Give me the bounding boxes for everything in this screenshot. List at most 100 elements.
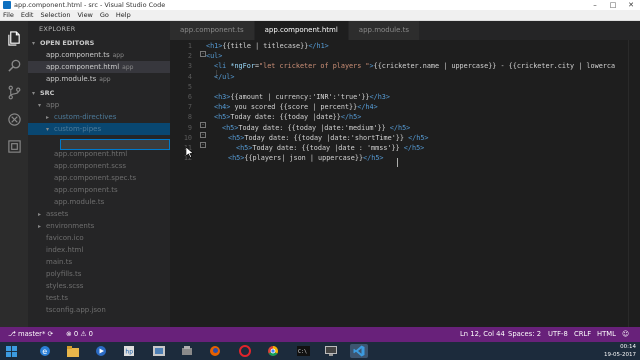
tree-file[interactable]: app.component.ts: [28, 184, 170, 196]
code-token: <ul>: [206, 52, 223, 61]
tree-folder-custom-pipes[interactable]: ▾ custom-pipes: [28, 123, 170, 135]
code-token: </h4>: [357, 103, 378, 112]
new-file-name-input[interactable]: [60, 139, 170, 150]
line-number: 5: [187, 82, 192, 91]
cursor-position[interactable]: Ln 12, Col 44: [460, 327, 505, 342]
tree-file[interactable]: styles.scss: [28, 280, 170, 292]
explorer-sidebar: EXPLORER ▾ OPEN EDITORS app.component.ts a…: [28, 21, 170, 327]
tree-file[interactable]: index.html: [28, 244, 170, 256]
fold-icon[interactable]: -: [200, 122, 206, 128]
indentation-status[interactable]: Spaces: 2: [508, 327, 541, 342]
windows-taskbar: e hp C:\ 00:14 19-05-2017: [0, 342, 640, 360]
system-tray-clock[interactable]: 00:14 19-05-2017: [604, 343, 636, 359]
menu-file[interactable]: File: [3, 11, 14, 19]
code-token: <h5>: [228, 154, 245, 163]
tree-folder-custom-directives[interactable]: ▸ custom-directives: [28, 111, 170, 123]
code-token: {{players| json | uppercase}}: [244, 154, 364, 163]
language-status[interactable]: HTML: [597, 327, 616, 342]
svg-text:hp: hp: [125, 349, 133, 356]
menu-help[interactable]: Help: [116, 11, 131, 19]
chrome-icon[interactable]: [264, 344, 282, 358]
code-token: </h5>: [389, 123, 411, 132]
vscode-taskbar-icon[interactable]: [350, 344, 368, 358]
extensions-icon[interactable]: [0, 133, 28, 160]
open-editor-item[interactable]: app.module.ts app: [28, 73, 170, 85]
code-token: {{cricketer.name | uppercase}} - {{crick…: [373, 62, 616, 71]
system-app-icon[interactable]: [322, 344, 340, 358]
fold-icon[interactable]: -: [200, 132, 206, 138]
clock-date: 19-05-2017: [604, 352, 636, 358]
code-token: Today date: {{today |date:'shortTime'}}: [244, 133, 409, 142]
code-token: </h5>: [403, 144, 425, 152]
tree-file[interactable]: app.component.spec.ts: [28, 172, 170, 184]
chevron-down-icon: ▾: [38, 102, 42, 109]
encoding-status[interactable]: UTF-8: [548, 327, 568, 342]
code-token: *ngFor: [230, 62, 255, 71]
line-number: 7: [187, 103, 192, 112]
feedback-icon[interactable]: ☺: [622, 327, 629, 342]
menu-view[interactable]: View: [77, 11, 92, 19]
code-editor[interactable]: 1 2 3 4 5 6 7 8 9 10 11 12 - - - - <h1>{{title | ti…: [170, 40, 640, 327]
src-header[interactable]: ▾ SRC: [28, 87, 170, 99]
tree-file[interactable]: favicon.ico: [28, 232, 170, 244]
tree-file[interactable]: tsconfig.app.json: [28, 304, 170, 316]
firefox-icon[interactable]: [206, 344, 224, 358]
code-token: <h5>: [228, 133, 245, 142]
tree-folder-environments[interactable]: ▸ environments: [28, 220, 170, 232]
title-bar: app.component.html - src - Visual Studio…: [0, 0, 640, 10]
code-line: <h5>Today date: {{today |date:'medium'}}…: [222, 124, 410, 132]
photo-app-icon[interactable]: [150, 344, 168, 358]
code-token: <h5>: [214, 113, 231, 122]
tree-folder-assets[interactable]: ▸ assets: [28, 208, 170, 220]
code-line: <li *ngFor="let cricketer of players ">{…: [214, 62, 615, 70]
tree-file[interactable]: app.component.scss: [28, 160, 170, 172]
menu-edit[interactable]: Edit: [21, 11, 34, 19]
status-bar: ⎇ master* ⟳ ⊗ 0 ⚠ 0 Ln 12, Col 44 Spaces…: [0, 327, 640, 342]
opera-icon[interactable]: [236, 344, 254, 358]
search-icon[interactable]: [0, 52, 28, 79]
file-explorer-icon[interactable]: [64, 344, 82, 358]
code-token: <h1>: [206, 42, 223, 50]
open-editors-header[interactable]: ▾ OPEN EDITORS: [28, 37, 170, 49]
fold-icon[interactable]: -: [200, 142, 206, 148]
tree-file[interactable]: main.ts: [28, 256, 170, 268]
open-editor-item[interactable]: app.component.html app: [28, 61, 170, 73]
menu-go[interactable]: Go: [100, 11, 109, 19]
branch-status[interactable]: ⎇ master* ⟳: [8, 327, 53, 342]
line-number: 9: [187, 123, 192, 132]
explorer-title: EXPLORER: [39, 25, 76, 33]
hp-app-icon[interactable]: hp: [120, 344, 138, 358]
code-token: <li: [214, 62, 231, 71]
chevron-right-icon: ▸: [38, 223, 42, 230]
terminal-icon[interactable]: C:\: [294, 344, 312, 358]
code-line: </ul>: [214, 73, 234, 81]
eol-status[interactable]: CRLF: [574, 327, 591, 342]
code-token: Today date: {{today |date : 'mmss'}}: [252, 144, 404, 152]
tools-app-icon[interactable]: [178, 344, 196, 358]
line-number: 10: [183, 133, 192, 142]
tree-file[interactable]: polyfills.ts: [28, 268, 170, 280]
ie-browser-icon[interactable]: e: [36, 344, 54, 358]
line-number: 2: [187, 52, 192, 61]
media-player-icon[interactable]: [92, 344, 110, 358]
maximize-icon[interactable]: □: [604, 1, 622, 9]
minimize-icon[interactable]: –: [586, 1, 604, 9]
tree-file[interactable]: app.module.ts: [28, 196, 170, 208]
tree-folder-app[interactable]: ▾ app: [28, 99, 170, 111]
explorer-icon[interactable]: [0, 25, 28, 52]
minimap[interactable]: [628, 40, 640, 327]
code-token: <h3>: [214, 93, 231, 101]
code-token: {{amount | currency:'INR':'true'}}: [230, 93, 370, 101]
tree-file[interactable]: test.ts: [28, 292, 170, 304]
code-line: <h3>{{amount | currency:'INR':'true'}}</…: [214, 93, 390, 101]
tab-app-module-ts[interactable]: app.module.ts: [348, 21, 420, 40]
source-control-icon[interactable]: [0, 79, 28, 106]
open-editor-item[interactable]: app.component.ts app: [28, 49, 170, 61]
problems-status[interactable]: ⊗ 0 ⚠ 0: [66, 327, 93, 342]
close-icon[interactable]: ✕: [622, 1, 640, 9]
tab-app-component-html[interactable]: app.component.html: [254, 21, 348, 40]
start-windows-icon[interactable]: [2, 344, 20, 358]
menu-selection[interactable]: Selection: [40, 11, 70, 19]
tab-app-component-ts[interactable]: app.component.ts: [170, 21, 254, 40]
debug-icon[interactable]: [0, 106, 28, 133]
